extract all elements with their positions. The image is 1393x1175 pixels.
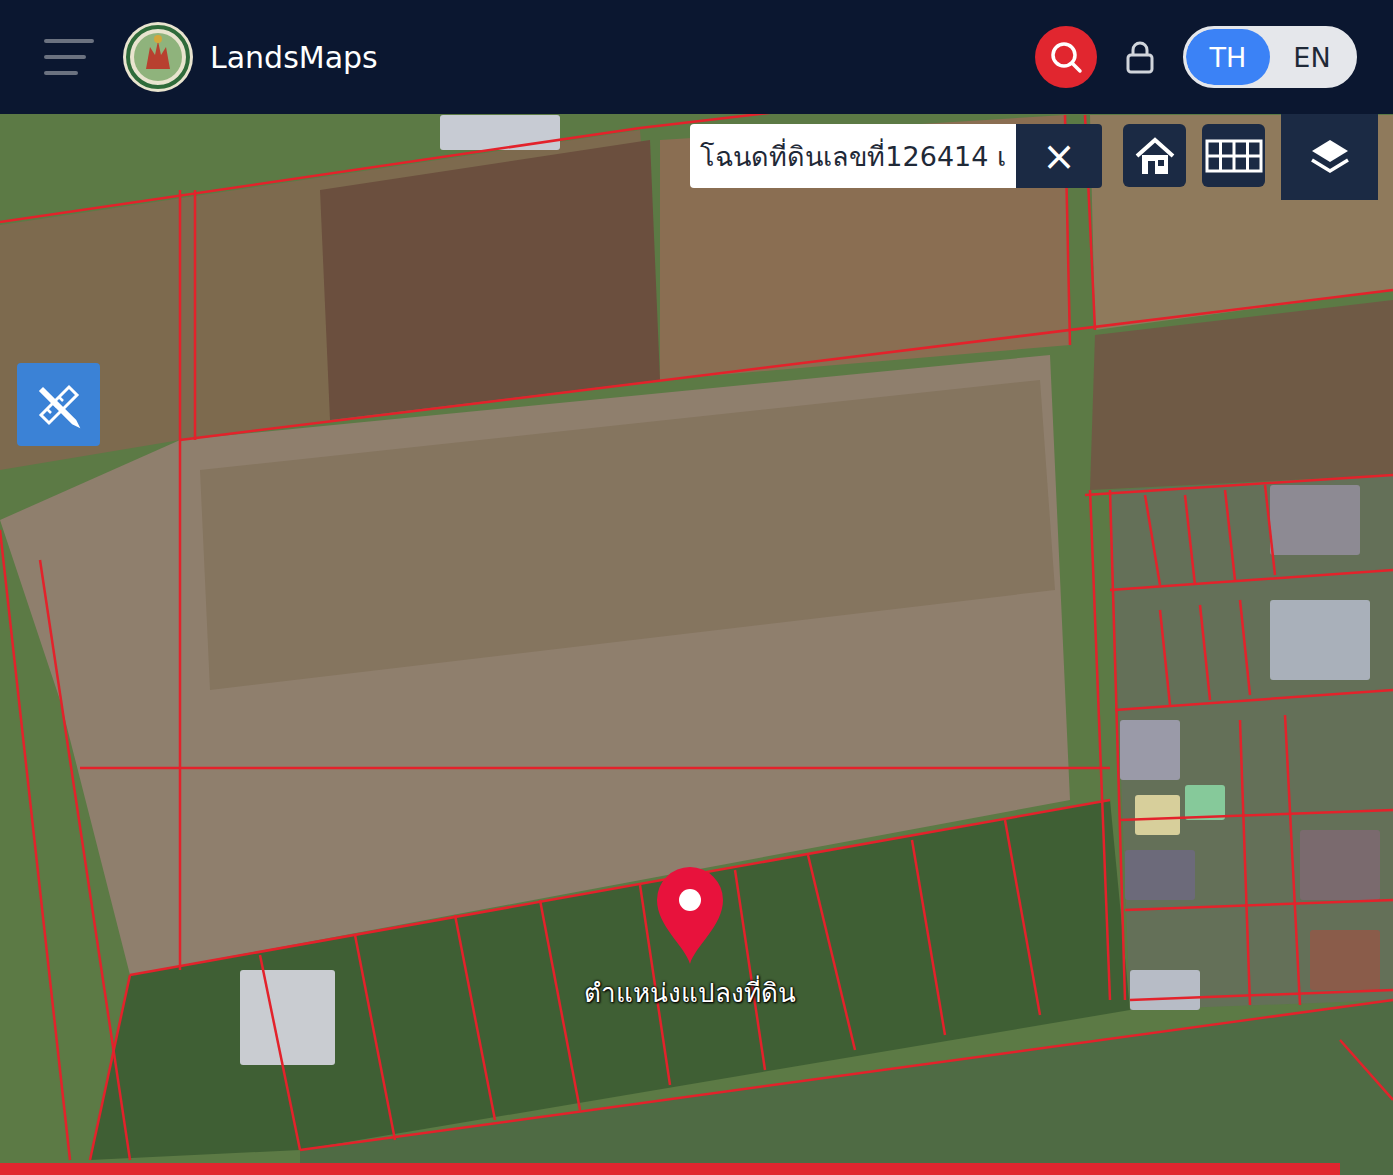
- home-icon: [1133, 134, 1177, 178]
- map-pin-icon: [655, 866, 725, 966]
- clear-button[interactable]: ×: [1016, 124, 1102, 188]
- search-icon: [1049, 40, 1083, 74]
- search-group: โฉนดที่ดินเลขที่126414 เ×: [690, 124, 1102, 188]
- map-view[interactable]: โฉนดที่ดินเลขที่126414 เ× ตำแหน่งแปลงที่ด…: [0, 114, 1393, 1175]
- menu-button[interactable]: [44, 37, 96, 77]
- logo-icon: [122, 21, 194, 93]
- search-field[interactable]: โฉนดที่ดินเลขที่126414 เ: [690, 124, 1016, 188]
- parcel-marker[interactable]: ตำแหน่งแปลงที่ดิน: [540, 866, 840, 1013]
- grid-button[interactable]: [1202, 124, 1265, 187]
- app-title: LandsMaps: [210, 40, 378, 75]
- language-option[interactable]: EN: [1270, 29, 1354, 85]
- home-button[interactable]: [1123, 124, 1186, 187]
- language-toggle: THEN: [1183, 26, 1357, 88]
- measure-button[interactable]: [17, 363, 100, 446]
- satellite-map: [0, 114, 1393, 1175]
- marker-label: ตำแหน่งแปลงที่ดิน: [584, 972, 796, 1013]
- language-option[interactable]: TH: [1186, 29, 1270, 85]
- layers-icon: [1309, 136, 1351, 178]
- lock-icon: [1125, 40, 1155, 74]
- top-bar: LandsMaps THEN: [0, 0, 1393, 114]
- bottom-strip: [0, 1163, 1340, 1175]
- hamburger-icon: [44, 37, 96, 77]
- layers-button[interactable]: [1281, 114, 1378, 200]
- login-button[interactable]: [1125, 40, 1155, 74]
- map-tools: [1123, 124, 1378, 200]
- search-button[interactable]: [1035, 26, 1097, 88]
- landsmaps-page: LandsMaps THEN โฉนดที่ดินเลขที่126414 เ× ตำ…: [0, 0, 1393, 1175]
- ruler-pencil-icon: [33, 379, 85, 431]
- grid-icon: [1205, 139, 1263, 173]
- header-actions: THEN: [1035, 26, 1357, 88]
- brand: LandsMaps: [44, 21, 378, 93]
